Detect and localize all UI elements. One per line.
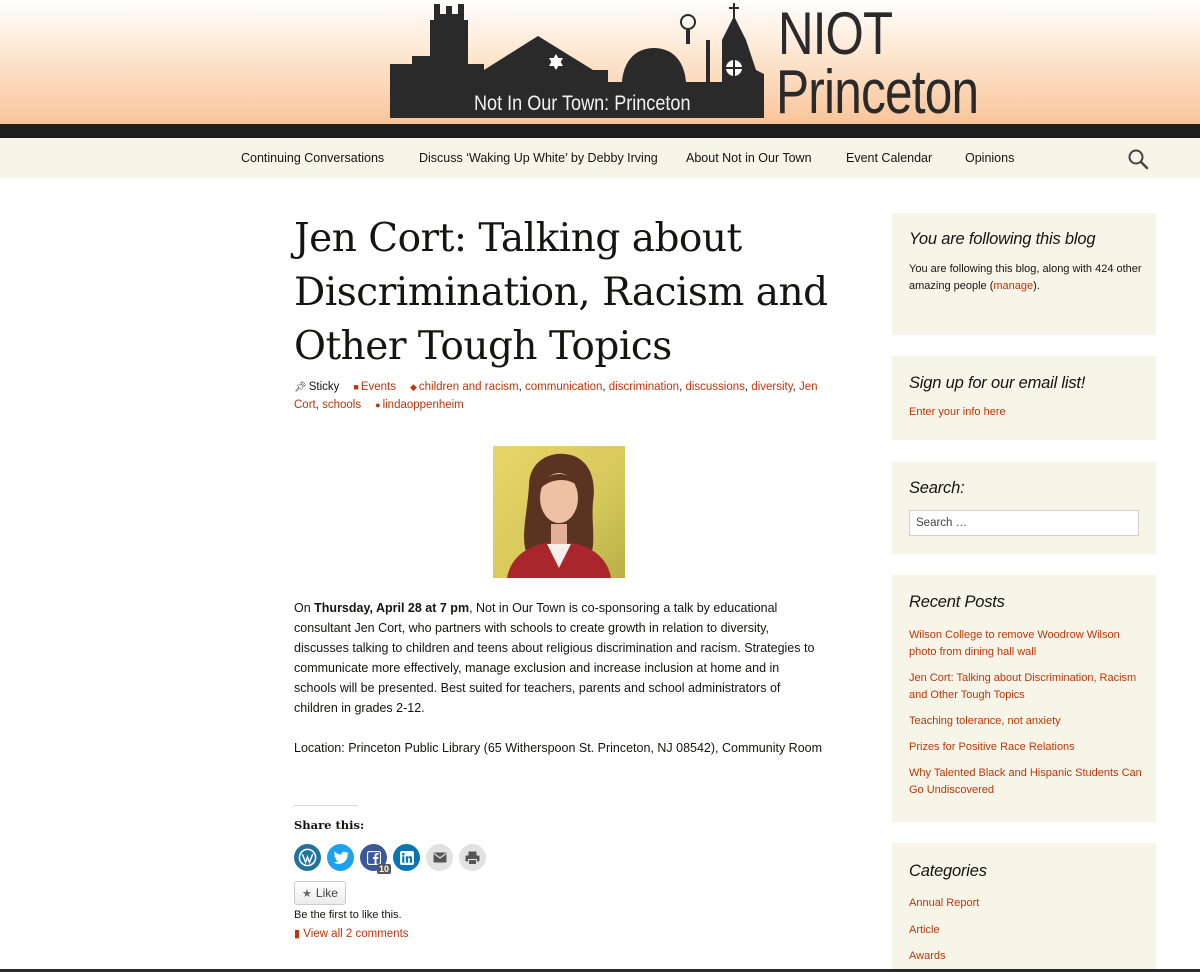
tag-link[interactable]: diversity xyxy=(751,381,792,393)
post-meta: 📌︎ Sticky ■ Events ◆ children and racism, com… xyxy=(294,381,818,411)
recent-post-link[interactable]: Jen Cort: Talking about Discrimination, … xyxy=(909,670,1144,704)
tag-icon: ◆ xyxy=(409,382,417,392)
widget-signup-title: Sign up for our email list! xyxy=(909,374,1086,392)
sidebar-search-input[interactable] xyxy=(909,510,1139,536)
share-email-button[interactable] xyxy=(426,844,453,871)
like-button-label: Like xyxy=(315,886,338,900)
pin-icon: 📌︎ xyxy=(294,382,307,393)
tag-link[interactable]: discussions xyxy=(685,381,744,393)
recent-post-link[interactable]: Teaching tolerance, not anxiety xyxy=(909,713,1144,730)
main-navigation: Continuing Conversations Discuss ‘Waking… xyxy=(0,138,1200,178)
widget-search-title: Search: xyxy=(909,479,965,497)
share-print-button[interactable] xyxy=(459,844,486,871)
brand-name-line2[interactable]: Princeton xyxy=(776,62,979,124)
linkedin-icon xyxy=(399,850,414,865)
tag-link[interactable]: schools xyxy=(322,399,361,411)
widget-categories: Categories Annual Report Article Awards xyxy=(892,843,1156,972)
paragraph-1-lead: On xyxy=(294,601,315,615)
share-facebook-button[interactable]: 10 xyxy=(360,844,391,874)
view-comments-link[interactable]: ▮ View all 2 comments xyxy=(294,927,409,940)
category-link[interactable]: Annual Report xyxy=(909,895,1144,912)
post-photo[interactable] xyxy=(493,446,625,578)
recent-post-link[interactable]: Why Talented Black and Hispanic Students… xyxy=(909,765,1144,799)
recent-post-link[interactable]: Wilson College to remove Woodrow Wilson … xyxy=(909,627,1144,661)
paragraph-1-body: , Not in Our Town is co-sponsoring a tal… xyxy=(294,601,815,715)
share-linkedin-button[interactable] xyxy=(393,844,420,871)
share-wordpress-button[interactable] xyxy=(294,844,321,871)
print-icon xyxy=(465,851,480,865)
wordpress-icon xyxy=(298,848,317,867)
tag-link[interactable]: children and racism xyxy=(419,381,519,393)
following-text-tail: ). xyxy=(1033,280,1040,292)
category-link-events[interactable]: Events xyxy=(361,381,396,393)
twitter-icon xyxy=(332,850,349,864)
widget-recent-posts: Recent Posts Wilson College to remove Wo… xyxy=(892,575,1156,822)
view-comments-label: View all 2 comments xyxy=(303,928,409,940)
nav-item-opinions[interactable]: Opinions xyxy=(965,138,1014,178)
widget-following: You are following this blog You are foll… xyxy=(892,213,1156,335)
share-label: Share this: xyxy=(294,818,365,832)
nav-item-event-calendar[interactable]: Event Calendar xyxy=(846,138,932,178)
widget-following-title: You are following this blog xyxy=(909,230,1096,248)
nav-item-continuing-conversations[interactable]: Continuing Conversations xyxy=(241,138,384,178)
brand-name-line1[interactable]: NIOT xyxy=(778,2,893,66)
widget-search: Search: xyxy=(892,462,1156,554)
recent-post-link[interactable]: Prizes for Positive Race Relations xyxy=(909,739,1144,756)
tag-link[interactable]: discrimination xyxy=(609,381,679,393)
comment-icon: ▮ xyxy=(294,928,301,940)
banner-tagline: Not In Our Town: Princeton xyxy=(474,92,691,115)
author-link[interactable]: lindaoppenheim xyxy=(383,399,464,411)
categories-list: Annual Report Article Awards xyxy=(909,895,1144,972)
widget-email-signup: Sign up for our email list! Enter your i… xyxy=(892,356,1156,440)
site-header: Not In Our Town: Princeton NIOT Princeto… xyxy=(0,0,1200,124)
tag-link[interactable]: communication xyxy=(525,381,602,393)
search-icon[interactable] xyxy=(1126,147,1150,171)
post-paragraph-location: Location: Princeton Public Library (65 W… xyxy=(294,741,823,755)
nav-item-discuss-waking-up-white[interactable]: Discuss ‘Waking Up White’ by Debby Irvin… xyxy=(419,138,658,178)
like-status-text: Be the first to like this. xyxy=(294,909,402,921)
widget-recent-posts-title: Recent Posts xyxy=(909,593,1005,611)
facebook-icon xyxy=(366,850,381,865)
category-link[interactable]: Article xyxy=(909,922,1144,939)
sticky-label: Sticky xyxy=(308,381,340,393)
widget-following-text: You are following this blog, along with … xyxy=(909,261,1144,295)
share-divider xyxy=(294,805,358,806)
facebook-share-count: 10 xyxy=(376,864,391,874)
manage-link[interactable]: manage xyxy=(993,280,1033,292)
post-paragraph-1: On Thursday, April 28 at 7 pm, Not in Ou… xyxy=(294,598,824,718)
category-link[interactable]: Awards xyxy=(909,948,1144,965)
star-icon: ★ xyxy=(302,887,312,900)
like-button[interactable]: ★ Like xyxy=(294,881,346,905)
header-divider-bar xyxy=(0,124,1200,138)
user-icon: ● xyxy=(375,399,381,410)
share-twitter-button[interactable] xyxy=(327,844,354,871)
folder-icon: ■ xyxy=(353,382,359,392)
email-icon xyxy=(433,852,446,863)
event-datetime: Thursday, April 28 at 7 pm xyxy=(314,601,470,615)
post-title[interactable]: Jen Cort: Talking about Discrimination, … xyxy=(294,212,834,374)
signup-link[interactable]: Enter your info here xyxy=(909,404,1144,421)
recent-posts-list: Wilson College to remove Woodrow Wilson … xyxy=(909,627,1144,808)
widget-categories-title: Categories xyxy=(909,862,987,880)
nav-item-about[interactable]: About Not in Our Town xyxy=(686,138,812,178)
